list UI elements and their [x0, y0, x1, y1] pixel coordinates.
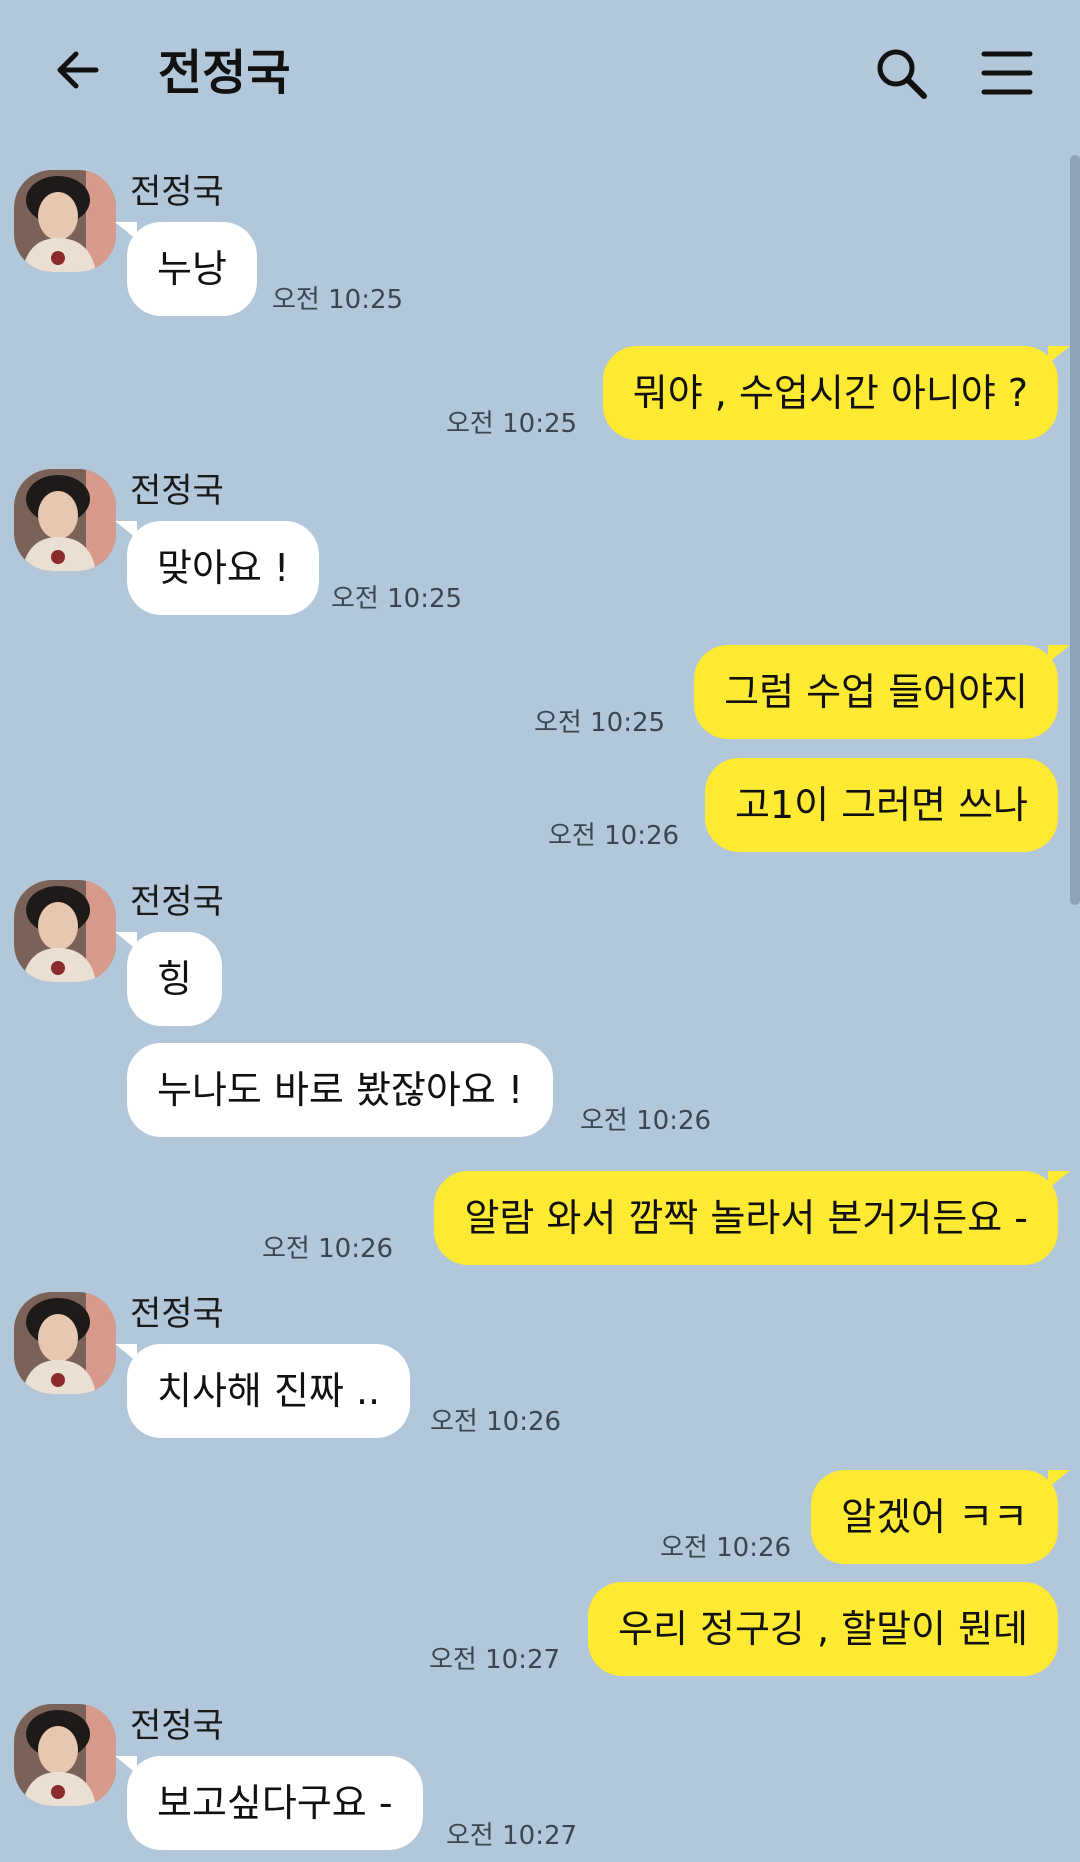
message-bubble-incoming[interactable]: 치사해 진짜 ..	[114, 1344, 411, 1438]
message-time: 오전 10:25	[446, 409, 578, 439]
sender-name: 전정국	[130, 882, 224, 922]
avatar[interactable]	[14, 1704, 116, 1806]
message-bubble-incoming[interactable]: 맞아요 !	[114, 521, 320, 615]
message-time: 오전 10:26	[660, 1533, 792, 1563]
message-time: 오전 10:26	[262, 1234, 394, 1264]
chat-header: 전정국	[0, 0, 1080, 150]
avatar[interactable]	[14, 170, 116, 272]
message-bubble-outgoing[interactable]: 고1이 그러면 쓰나	[704, 758, 1058, 852]
avatar[interactable]	[14, 880, 116, 982]
message-bubble-outgoing[interactable]: 알겠어 ㅋㅋ	[811, 1470, 1070, 1564]
search-icon[interactable]	[874, 46, 928, 100]
scrollbar[interactable]	[1070, 155, 1080, 905]
message-bubble-incoming[interactable]: 힝	[115, 932, 222, 1026]
message-time: 오전 10:25	[534, 708, 666, 738]
message-bubble-incoming[interactable]: 누나도 바로 봤잖아요 !	[127, 1043, 554, 1137]
message-time: 오전 10:25	[331, 584, 463, 614]
message-time: 오전 10:26	[430, 1407, 562, 1437]
chat-title: 전정국	[158, 45, 291, 101]
message-bubble-incoming[interactable]: 누낭	[115, 222, 257, 316]
avatar[interactable]	[14, 469, 116, 571]
sender-name: 전정국	[130, 172, 224, 212]
sender-name: 전정국	[130, 1706, 224, 1746]
message-bubble-incoming[interactable]: 보고싶다구요 -	[115, 1756, 423, 1850]
hamburger-menu-icon[interactable]	[980, 48, 1034, 98]
message-time: 오전 10:26	[580, 1106, 712, 1136]
message-bubble-outgoing[interactable]: 알람 와서 깜짝 놀라서 본거거든요 -	[434, 1171, 1070, 1265]
message-bubble-outgoing[interactable]: 뭐야 , 수업시간 아니야 ?	[602, 346, 1071, 440]
sender-name: 전정국	[130, 1294, 224, 1334]
message-time: 오전 10:27	[446, 1821, 578, 1851]
avatar[interactable]	[14, 1292, 116, 1394]
message-time: 오전 10:25	[272, 285, 404, 315]
message-bubble-outgoing[interactable]: 우리 정구깅 , 할말이 뭔데	[588, 1582, 1058, 1676]
arrow-left-icon[interactable]	[50, 42, 106, 98]
message-time: 오전 10:26	[548, 821, 680, 851]
message-bubble-outgoing[interactable]: 그럼 수업 들어야지	[694, 645, 1070, 739]
message-time: 오전 10:27	[429, 1645, 561, 1675]
sender-name: 전정국	[130, 471, 224, 511]
